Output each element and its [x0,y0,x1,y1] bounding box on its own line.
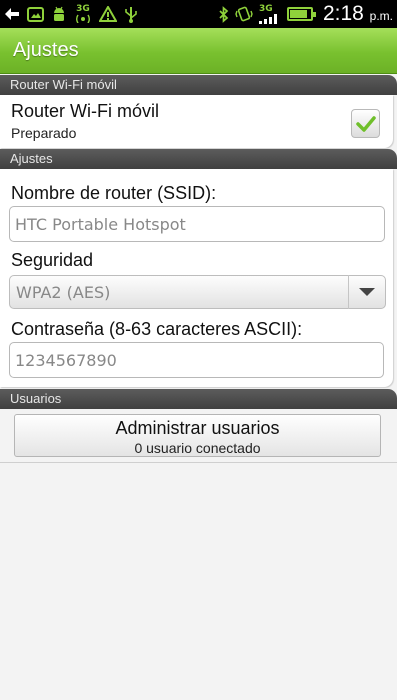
ssid-label: Nombre de router (SSID): [11,183,217,203]
section-header-settings: Ajustes [0,149,397,169]
bluetooth-icon [218,4,229,24]
manage-users-title: Administrar usuarios [115,418,280,438]
page-title: Ajustes [13,39,79,61]
status-icons-right: 3G 2:18 p.m. [218,2,393,26]
usb-icon [124,4,138,24]
manage-users-button[interactable]: Administrar usuarios 0 usuario conectado [14,414,381,457]
list-divider [0,462,397,463]
security-label: Seguridad [11,250,94,270]
password-label: Contraseña (8-63 caracteres ASCII): [11,319,303,339]
chevron-down-icon[interactable] [349,275,385,309]
security-dropdown[interactable]: WPA2 (AES) [9,275,386,309]
battery-level [289,10,307,18]
security-value: WPA2 (AES) [16,282,111,302]
router-toggle-title: Router Wi-Fi móvil [11,101,160,121]
title-bar: Ajustes [0,28,397,74]
connected-users-count: 0 usuario conectado [134,440,261,456]
battery-icon [286,7,316,21]
warning-icon [99,4,117,24]
status-icons-left: 3G [4,4,138,24]
signal-strength-icon: 3G [258,4,281,24]
section-header-users: Usuarios [0,389,397,409]
section-header-router: Router Wi-Fi móvil [0,75,397,95]
vibrate-icon [235,4,253,24]
ssid-input[interactable] [9,206,385,242]
android-debug-icon [51,4,67,24]
image-notification-icon [27,4,44,24]
settings-card: Nombre de router (SSID): Seguridad WPA2 … [0,169,393,387]
checkmark-icon [355,115,376,132]
clock: 2:18 p.m. [322,2,393,25]
password-input[interactable] [9,342,384,378]
network-3g-broadcast-icon: 3G [74,4,92,24]
router-toggle-row[interactable]: Router Wi-Fi móvil Preparado [0,95,393,148]
status-bar: 3G 3G 2:18 p.m. [0,0,397,28]
router-toggle-status: Preparado [11,125,77,141]
back-arrow-icon [4,4,20,24]
router-enable-checkbox[interactable] [351,109,380,138]
